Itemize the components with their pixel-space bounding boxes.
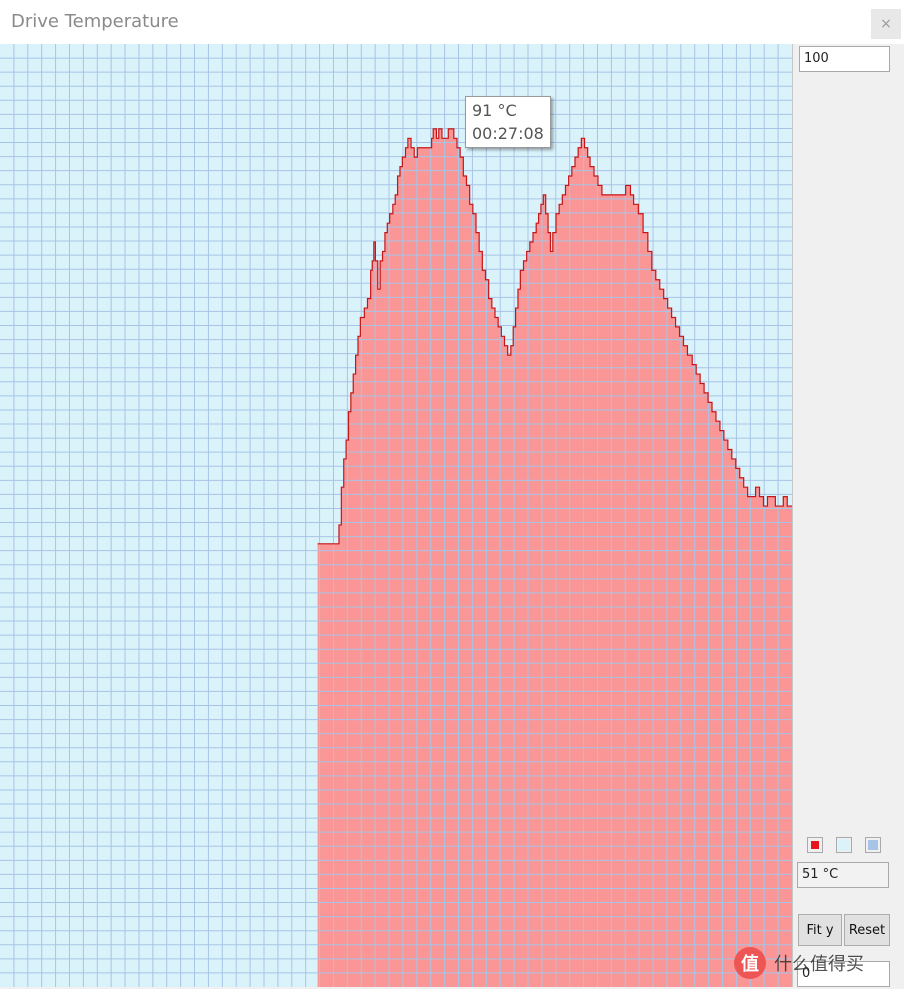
window-title: Drive Temperature	[11, 11, 179, 32]
title-bar: Drive Temperature ×	[0, 0, 904, 45]
grid-color-swatch[interactable]	[865, 837, 881, 853]
reset-button[interactable]: Reset	[844, 914, 890, 946]
temperature-chart[interactable]	[0, 44, 792, 987]
grid-color-fill	[868, 840, 878, 850]
close-icon: ×	[880, 16, 892, 32]
watermark-logo: 值	[734, 947, 766, 979]
watermark-text: 什么值得买	[774, 954, 864, 975]
y-max-input[interactable]: 100	[799, 46, 890, 72]
line-color-swatch[interactable]	[807, 837, 823, 853]
current-temperature-field: 51 °C	[797, 862, 889, 888]
fit-y-button[interactable]: Fit y	[798, 914, 842, 946]
hover-tooltip: 91 °C 00:27:08	[465, 96, 551, 148]
tooltip-time: 00:27:08	[472, 124, 544, 143]
control-panel: 100 51 °C Fit y Reset 0	[793, 44, 904, 989]
tooltip-value: 91 °C	[472, 101, 517, 120]
line-color-fill	[811, 841, 819, 849]
temperature-plot[interactable]	[0, 44, 793, 987]
close-button[interactable]: ×	[871, 9, 901, 39]
background-color-swatch[interactable]	[836, 837, 852, 853]
watermark: 值 什么值得买	[734, 943, 904, 983]
background-color-fill	[838, 839, 850, 851]
